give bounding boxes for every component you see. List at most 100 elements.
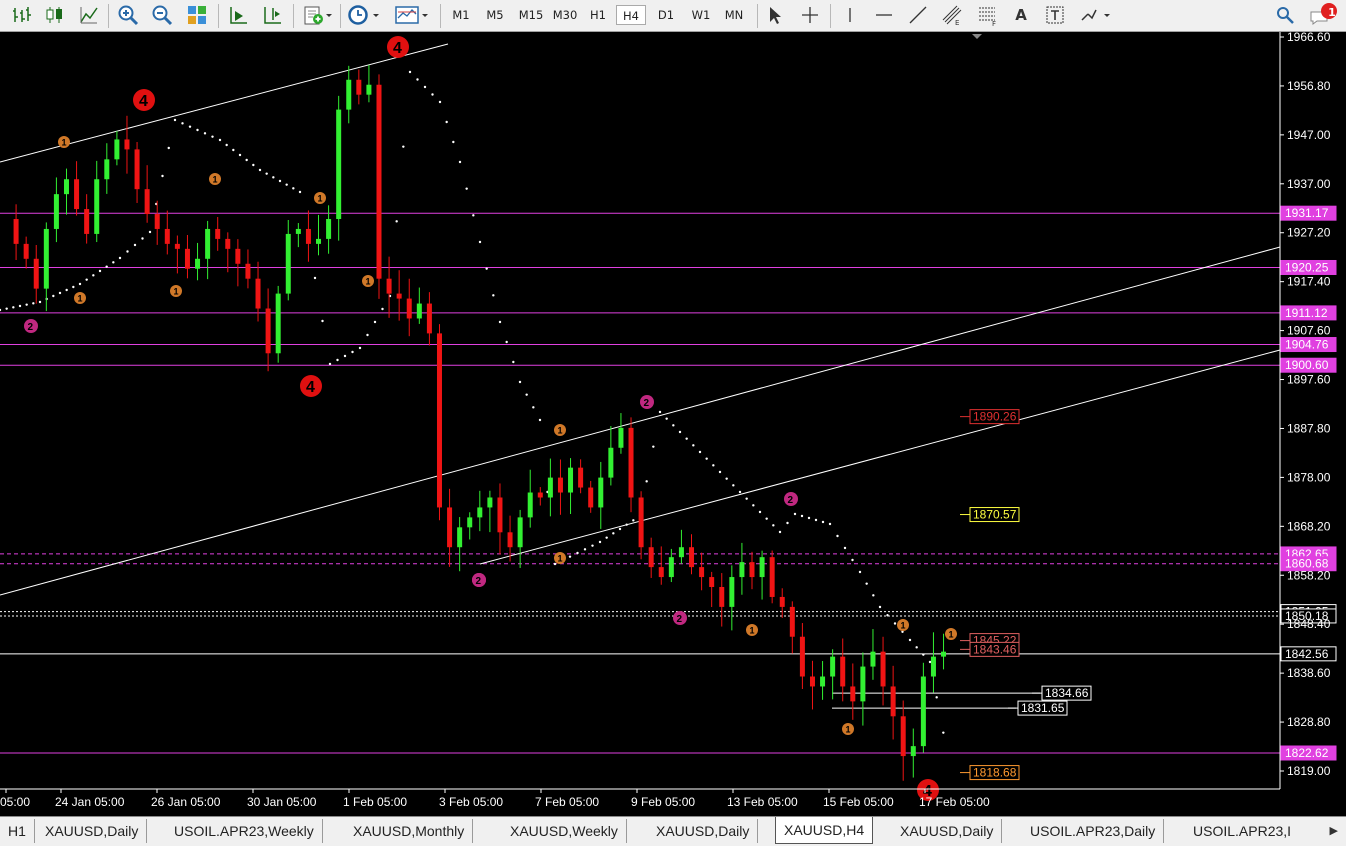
candlestick-button[interactable]	[42, 3, 68, 27]
bar-chart-icon	[13, 7, 31, 22]
tab-xauusd-monthly[interactable]: XAUUSD,Monthly	[345, 819, 474, 843]
zoom-in-icon	[118, 5, 139, 26]
psar-dot	[58, 291, 62, 295]
bearish-candle	[588, 487, 594, 508]
timeframe-mn[interactable]: MN	[718, 5, 750, 25]
price-chart-window[interactable]: 4444111111111111222222 1931.171920.25191…	[0, 32, 1346, 818]
text-tool-button[interactable]: A	[1008, 3, 1034, 27]
bearish-candle	[749, 562, 755, 578]
tab-xauusd-daily-3[interactable]: XAUUSD,Daily	[892, 819, 1003, 843]
psar-dot	[632, 519, 635, 522]
bullish-candle	[820, 676, 826, 687]
price-axis-label: 1966.60	[1287, 32, 1331, 44]
psar-dot	[105, 265, 108, 268]
tab-scroll-right-icon[interactable]: ▶	[1330, 824, 1338, 837]
bearish-candle	[447, 507, 453, 548]
line-chart-button[interactable]	[76, 3, 102, 27]
timeframe-m5[interactable]: M5	[480, 5, 510, 25]
fibonacci-button[interactable]: F	[974, 3, 1002, 27]
timeframe-d1[interactable]: D1	[652, 5, 680, 25]
psar-dot	[712, 464, 715, 467]
auto-scroll-button[interactable]	[224, 3, 252, 27]
indicators-button[interactable]	[299, 3, 335, 27]
chart-shift-button[interactable]	[258, 3, 286, 27]
templates-button[interactable]	[392, 3, 432, 27]
psar-dot	[576, 551, 579, 555]
bearish-candle	[840, 656, 846, 687]
timeframe-m15[interactable]: M15	[514, 5, 548, 25]
price-level-value: 1842.56	[1285, 647, 1329, 661]
periods-button[interactable]	[345, 3, 383, 27]
fibonacci-icon: F	[979, 7, 996, 26]
price-level-value: 1900.60	[1285, 358, 1329, 372]
bullish-candle	[326, 219, 332, 239]
trendline-button[interactable]	[905, 3, 931, 27]
psar-dot	[5, 307, 8, 310]
tab-xauusd-weekly[interactable]: XAUUSD,Weekly	[502, 819, 627, 843]
tab-usoil-partial[interactable]: USOIL.APR23,I	[1185, 819, 1299, 843]
bullish-candle	[104, 159, 110, 180]
psar-dot	[265, 172, 268, 175]
psar-dot	[252, 163, 255, 167]
psar-dot	[665, 417, 668, 420]
chart-price-tag-value: 1870.57	[973, 508, 1017, 522]
psar-dot	[591, 544, 594, 547]
psar-dot	[452, 140, 455, 144]
psar-dot	[618, 527, 622, 531]
bearish-candle	[436, 333, 442, 508]
timeframe-m1[interactable]: M1	[446, 5, 476, 25]
bar-chart-button[interactable]	[8, 3, 34, 27]
wave-1-label: 1	[318, 194, 323, 204]
tab-xauusd-daily-2[interactable]: XAUUSD,Daily	[648, 819, 759, 843]
bearish-candle	[769, 557, 775, 597]
bullish-candle	[860, 666, 866, 702]
crosshair-button[interactable]	[797, 3, 823, 27]
bullish-candle	[457, 527, 463, 548]
arrows-button[interactable]	[1076, 3, 1116, 27]
text-label-button[interactable]	[1042, 3, 1068, 27]
tile-windows-button[interactable]	[183, 3, 211, 27]
tab-xauusd-h4[interactable]: XAUUSD,H4	[775, 817, 874, 844]
psar-dot	[18, 304, 22, 308]
psar-dot	[598, 540, 602, 544]
zoom-in-button[interactable]	[114, 3, 142, 27]
bearish-candle	[305, 228, 311, 244]
psar-dot	[705, 457, 708, 460]
psar-dot	[692, 444, 695, 447]
equidistant-channel-button[interactable]: E	[938, 3, 966, 27]
timeframe-h4[interactable]: H4	[616, 5, 646, 25]
timeframe-h1[interactable]: H1	[584, 5, 612, 25]
search-button[interactable]	[1272, 3, 1298, 27]
vertical-line-button[interactable]	[838, 3, 862, 27]
tab-h1[interactable]: H1	[0, 819, 35, 843]
bearish-candle	[134, 149, 140, 190]
horizontal-line-button[interactable]	[871, 3, 897, 27]
bullish-candle	[759, 557, 765, 578]
price-chart[interactable]: 4444111111111111222222 1931.171920.25191…	[0, 32, 1346, 818]
psar-dot	[485, 267, 488, 270]
tab-usoil-weekly[interactable]: USOIL.APR23,Weekly	[166, 819, 323, 843]
tab-xauusd-daily-1[interactable]: XAUUSD,Daily	[37, 819, 148, 843]
bearish-candle	[164, 228, 170, 244]
price-axis-label: 1819.00	[1287, 764, 1331, 778]
price-axis-label: 1868.20	[1287, 519, 1331, 533]
price-axis-label: 1878.00	[1287, 470, 1331, 484]
bullish-candle	[517, 517, 523, 548]
chart-tabs-bar: H1 XAUUSD,Daily USOIL.APR23,Weekly XAUUS…	[0, 816, 1346, 846]
psar-dot	[725, 477, 728, 480]
bearish-candle	[789, 606, 795, 637]
psar-dot	[525, 393, 528, 396]
timeframe-m30[interactable]: M30	[548, 5, 582, 25]
bearish-candle	[215, 228, 221, 239]
bearish-candle	[809, 676, 815, 687]
bearish-candle	[426, 303, 432, 334]
zoom-out-button[interactable]	[148, 3, 176, 27]
cursor-button[interactable]	[763, 3, 787, 27]
wave-2-label: 2	[476, 576, 482, 587]
wave-1-label: 1	[366, 277, 371, 287]
chart-price-tag-value: 1831.65	[1021, 701, 1065, 715]
tab-usoil-daily[interactable]: USOIL.APR23,Daily	[1022, 819, 1165, 843]
notifications-button[interactable]: 1	[1306, 3, 1340, 27]
wave-2-label: 2	[677, 614, 683, 625]
timeframe-w1[interactable]: W1	[686, 5, 716, 25]
